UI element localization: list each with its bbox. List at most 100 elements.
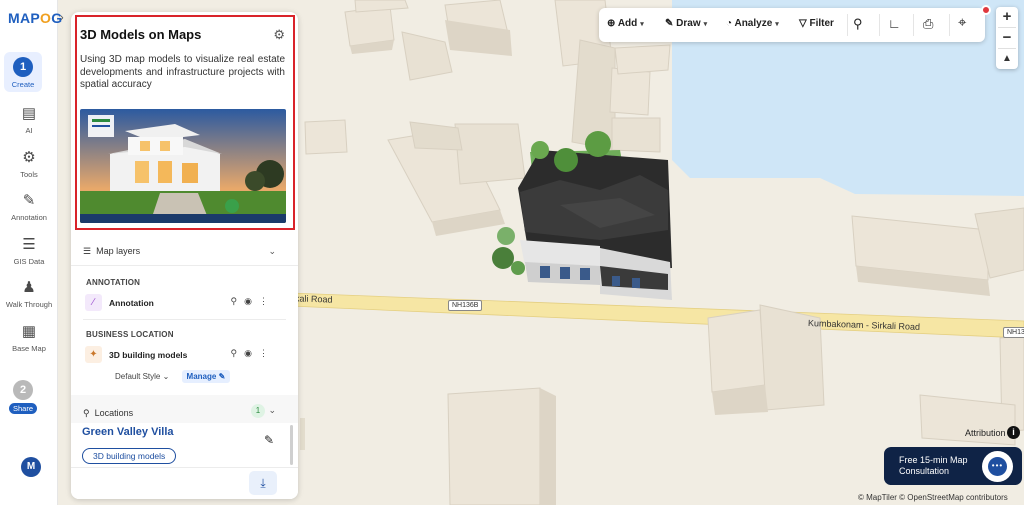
more-options-icon[interactable]: ⋮ (259, 348, 275, 358)
rail-item-ai[interactable]: ▤ AI (0, 105, 58, 135)
draw-button[interactable]: ✎ Draw ▾ (665, 18, 707, 29)
collapse-chevron-icon[interactable]: › (60, 12, 70, 28)
consultation-cta-text: Free 15-min Map Consultation (899, 455, 968, 476)
zoom-in-icon[interactable]: + (996, 7, 1018, 27)
divider (71, 265, 298, 266)
walking-person-icon: ♟ (22, 279, 36, 296)
layer-row-3d-building-models[interactable]: ✦ 3D building models ⚲◉⋮ (85, 345, 285, 365)
project-title: 3D Models on Maps (80, 27, 202, 42)
toolbar-separator (847, 14, 848, 36)
map-layers-header[interactable]: ☰ Map layers (83, 246, 140, 257)
locations-title: Locations (94, 408, 134, 418)
zoom-to-layer-icon[interactable]: ⚲ (231, 296, 245, 306)
toolbar-separator (879, 14, 880, 36)
rail-item-walk-through-label: Walk Through (5, 300, 53, 309)
filter-icon: ▽ (799, 18, 807, 29)
highway-shield-nh13: NH13 (1003, 327, 1024, 338)
map-toolbar: ⊕ Add ▾ ✎ Draw ▾ ◔ Analyze ▾ ▽ Filter ⚲ ∟ ⎙… (599, 8, 985, 42)
rail-item-base-map[interactable]: ▦ Base Map (0, 323, 58, 353)
zoom-to-layer-icon[interactable]: ⚲ (231, 348, 245, 358)
chat-button[interactable]: ••• (982, 451, 1013, 482)
rail-step-share[interactable]: 2 Share (4, 375, 42, 415)
divider (83, 319, 286, 320)
project-card: 3D Models on Maps ⚙ Using 3D map models … (75, 15, 295, 230)
map-layers-title: Map layers (96, 246, 141, 256)
locations-chevron-down-icon[interactable]: ⌄ (268, 405, 276, 416)
rail-item-annotation[interactable]: ✎ Annotation (0, 192, 58, 222)
building-icon: ✦ (85, 346, 102, 363)
pie-chart-icon: ◔ (726, 18, 733, 29)
side-panel: 3D Models on Maps ⚙ Using 3D map models … (71, 12, 298, 499)
settings-gear-icon[interactable]: ⚙ (273, 27, 285, 43)
rail-item-gis-data-label: GIS Data (13, 257, 45, 266)
print-icon[interactable]: ⎙ (923, 16, 933, 32)
rail-item-walk-through[interactable]: ♟ Walk Through (0, 279, 58, 309)
share-pill: Share (8, 403, 37, 414)
rail-item-tools-label: Tools (20, 170, 38, 179)
mapog-logo[interactable]: MAPOG (8, 10, 62, 26)
ai-icon: ▤ (21, 105, 37, 122)
place-layer-tag[interactable]: 3D building models (82, 448, 177, 464)
attribution-label[interactable]: Attribution (965, 428, 1006, 438)
step-number-create: 1 (13, 57, 33, 77)
filter-button[interactable]: ▽ Filter (799, 18, 834, 29)
toolbar-separator (913, 14, 914, 36)
layers-icon: ☰ (83, 246, 92, 256)
location-pin-icon: ⚲ (83, 408, 90, 418)
locations-header[interactable]: ⚲ Locations (83, 408, 133, 419)
group-label-business-location: BUSINESS LOCATION (86, 330, 174, 339)
compass-icon[interactable]: ▲ (996, 49, 1018, 69)
more-options-icon[interactable]: ⋮ (259, 296, 275, 306)
project-description: Using 3D map models to visualize real es… (80, 54, 285, 90)
scrollbar[interactable] (290, 425, 293, 465)
rail-item-ai-label: AI (25, 126, 33, 135)
rail-item-base-map-label: Base Map (12, 344, 46, 353)
measure-icon[interactable]: ∟ (888, 16, 901, 31)
plus-circle-icon: ⊕ (607, 18, 616, 29)
layer-style-row: Default Style ⌄ Manage ✎ (115, 370, 231, 383)
analyze-button[interactable]: ◔ Analyze ▾ (726, 18, 779, 29)
map-icon: ▦ (21, 323, 37, 340)
map-credits: © MapTiler © OpenStreetMap contributors (858, 493, 1008, 502)
pencil-icon[interactable]: ✎ (264, 433, 274, 447)
layer-tools-3d-building-models: ⚲◉⋮ (231, 348, 275, 359)
database-icon: ☰ (22, 236, 36, 253)
paint-bucket-icon: ✎ (22, 192, 36, 209)
add-button[interactable]: ⊕ Add ▾ (607, 18, 644, 29)
manage-button[interactable]: Manage ✎ (181, 370, 231, 383)
download-icon[interactable]: ⤓ (249, 471, 277, 495)
rail-item-tools[interactable]: ⚙ Tools (0, 149, 58, 179)
place-name[interactable]: Green Valley Villa (82, 426, 174, 438)
rail-step-create[interactable]: 1 Create (4, 52, 42, 92)
map-layers-chevron-down-icon[interactable]: ⌄ (268, 246, 276, 257)
search-icon[interactable]: ⚲ (853, 16, 863, 32)
layer-row-annotation[interactable]: ∕ Annotation ⚲◉⋮ (85, 293, 285, 313)
caret-down-icon: ▾ (703, 21, 708, 28)
style-select[interactable]: Default Style ⌄ (115, 372, 169, 381)
zoom-controls: + − ▲ (996, 7, 1018, 69)
rail-item-annotation-label: Annotation (11, 213, 47, 222)
layer-tools-annotation: ⚲◉⋮ (231, 296, 275, 307)
eye-icon[interactable]: ◉ (244, 296, 259, 306)
gear-icon: ⚙ (22, 149, 36, 166)
chat-bubble-icon: ••• (988, 457, 1007, 476)
layer-name-annotation: Annotation (109, 298, 154, 308)
user-avatar[interactable]: M (21, 457, 41, 477)
left-rail: MAPOG 1 Create ▤ AI ⚙ Tools ✎ Annotation… (0, 0, 62, 505)
zoom-out-icon[interactable]: − (996, 28, 1018, 48)
caret-down-icon: ▾ (640, 21, 644, 28)
line-icon: ∕ (85, 294, 102, 311)
locate-target-icon[interactable]: ⌖ (958, 14, 966, 31)
consultation-cta[interactable]: Free 15-min Map Consultation ••• (884, 447, 1022, 485)
notification-dot (981, 5, 991, 15)
project-cover-image (80, 109, 286, 223)
rail-item-gis-data[interactable]: ☰ GIS Data (0, 236, 58, 266)
layer-name-3d-building-models: 3D building models (109, 350, 188, 360)
chevron-down-icon: ⌄ (162, 372, 170, 381)
info-icon[interactable]: i (1007, 426, 1020, 439)
group-label-annotation: ANNOTATION (86, 278, 141, 287)
eye-icon[interactable]: ◉ (244, 348, 259, 358)
step-number-share: 2 (13, 380, 33, 400)
locations-count-badge: 1 (251, 404, 265, 418)
road-label-west: kali Road (294, 293, 333, 305)
